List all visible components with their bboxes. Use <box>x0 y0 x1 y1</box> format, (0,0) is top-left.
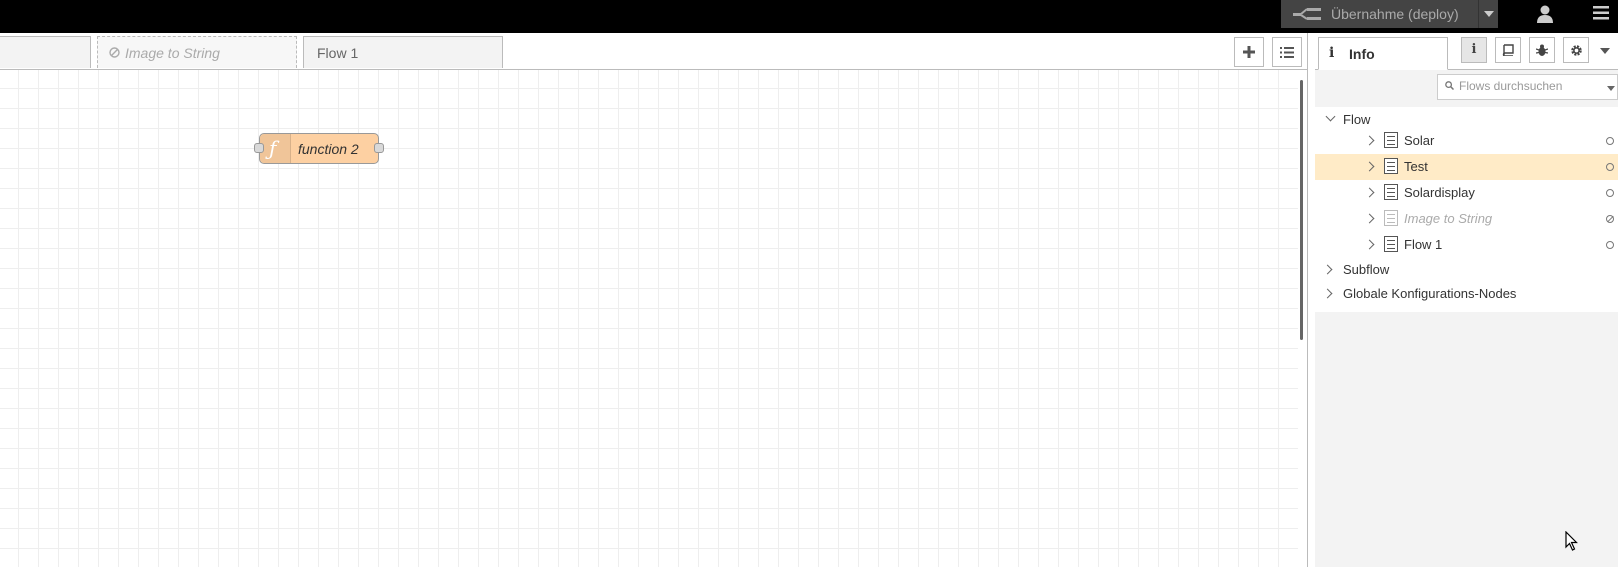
plus-icon <box>1243 46 1255 58</box>
flow-search-field[interactable] <box>1437 74 1618 100</box>
tree-item-flow[interactable]: Solardisplay <box>1315 180 1618 206</box>
chevron-right-icon <box>1322 288 1333 299</box>
sidebar-tab-label: Info <box>1349 46 1375 62</box>
tree-section-label: Subflow <box>1343 262 1390 277</box>
tree-item-label: Solar <box>1404 133 1435 148</box>
flow-icon <box>1384 184 1398 200</box>
workspace-vertical-scrollbar[interactable] <box>1300 80 1303 340</box>
sidebar-debug-button[interactable] <box>1529 37 1555 63</box>
flow-icon <box>1384 132 1398 148</box>
list-flows-button[interactable] <box>1272 37 1302 67</box>
status-circle-icon[interactable] <box>1606 163 1614 171</box>
deploy-icon <box>1293 8 1321 20</box>
disabled-status-icon[interactable] <box>1606 215 1614 223</box>
tree-item-label: Test <box>1404 159 1428 174</box>
node-input-port[interactable] <box>254 143 264 153</box>
status-circle-icon[interactable] <box>1606 241 1614 249</box>
deploy-button[interactable]: Übernahme (deploy) <box>1281 0 1498 28</box>
tree-section-subflow[interactable]: Subflow <box>1315 257 1618 283</box>
flow-icon <box>1384 210 1398 226</box>
info-icon: i <box>1471 42 1477 57</box>
sidebar-help-button[interactable] <box>1495 37 1521 63</box>
tree-item-label: Image to String <box>1404 211 1493 226</box>
list-icon <box>1280 47 1294 58</box>
tree-item-label: Flow 1 <box>1404 237 1443 252</box>
deploy-label: Übernahme (deploy) <box>1331 6 1459 22</box>
tree-section-label: Flow <box>1343 112 1371 127</box>
function-node[interactable]: ƒ function 2 <box>259 133 379 164</box>
flow-tree: Flow Solar Test Solardisplay Image to St… <box>1315 107 1618 312</box>
sidebar-separator[interactable] <box>1307 33 1308 567</box>
caret-down-icon <box>1484 11 1494 17</box>
workspace-tab[interactable] <box>0 36 91 68</box>
status-circle-icon[interactable] <box>1606 137 1614 145</box>
chevron-right-icon <box>1364 161 1375 172</box>
info-icon: i <box>1329 45 1335 61</box>
user-menu-button[interactable] <box>1530 0 1560 33</box>
search-icon <box>1445 81 1454 90</box>
hamburger-menu-icon <box>1593 6 1609 20</box>
bug-icon <box>1536 44 1548 56</box>
function-icon: ƒ <box>260 134 291 163</box>
tree-item-flow-disabled[interactable]: Image to String <box>1315 206 1618 232</box>
tree-item-flow[interactable]: Flow 1 <box>1315 232 1618 258</box>
chevron-right-icon <box>1364 213 1375 224</box>
book-icon <box>1502 44 1514 56</box>
flow-search-input[interactable] <box>1459 79 1599 93</box>
tree-item-flow-selected[interactable]: Test <box>1315 154 1618 180</box>
main-menu-button[interactable] <box>1582 0 1618 33</box>
node-label: function 2 <box>298 141 359 157</box>
tree-item-flow[interactable]: Solar <box>1315 128 1618 154</box>
deploy-options-dropdown[interactable] <box>1478 0 1499 28</box>
chevron-right-icon <box>1364 135 1375 146</box>
search-options-caret-icon[interactable] <box>1607 86 1615 91</box>
mouse-pointer-icon <box>1565 531 1578 551</box>
sidebar-tabs-dropdown-icon[interactable] <box>1600 48 1610 54</box>
workspace-tab-flow-1[interactable]: Flow 1 <box>303 36 503 68</box>
sidebar-tab-info[interactable]: i Info <box>1318 37 1448 70</box>
gear-icon <box>1571 45 1582 56</box>
sidebar-info-button[interactable]: i <box>1461 37 1487 63</box>
chevron-right-icon <box>1322 264 1333 275</box>
add-flow-button[interactable] <box>1234 37 1264 67</box>
workspace-tab-bar: Image to String Flow 1 <box>0 33 1308 70</box>
workspace-tab-disabled[interactable]: Image to String <box>97 36 297 68</box>
tab-label: Flow 1 <box>317 45 359 61</box>
user-icon <box>1537 5 1553 23</box>
tab-label: Image to String <box>125 45 220 61</box>
flow-workspace-canvas[interactable] <box>0 70 1298 567</box>
chevron-right-icon <box>1364 187 1375 198</box>
flow-icon <box>1384 236 1398 252</box>
tree-section-label: Globale Konfigurations-Nodes <box>1343 286 1517 301</box>
sidebar-config-button[interactable] <box>1563 37 1589 63</box>
tree-section-global-config-nodes[interactable]: Globale Konfigurations-Nodes <box>1315 281 1618 307</box>
tree-item-label: Solardisplay <box>1404 185 1475 200</box>
ban-icon <box>109 47 120 58</box>
status-circle-icon[interactable] <box>1606 189 1614 197</box>
flow-icon <box>1384 158 1398 174</box>
node-output-port[interactable] <box>374 143 384 153</box>
chevron-down-icon <box>1325 111 1336 122</box>
chevron-right-icon <box>1364 239 1375 250</box>
